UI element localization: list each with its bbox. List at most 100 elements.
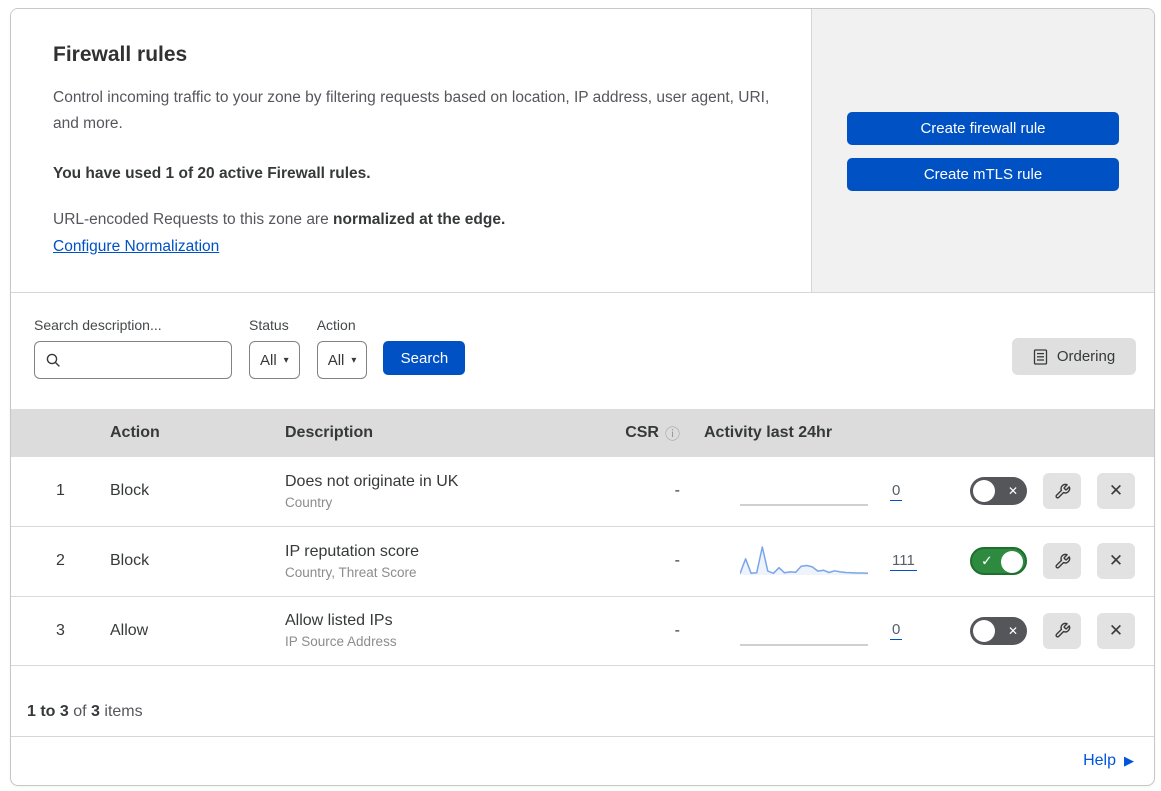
chevron-down-icon: ▾ — [283, 354, 289, 366]
arrow-right-icon: ▶ — [1124, 753, 1134, 769]
delete-rule-button[interactable]: ✕ — [1097, 473, 1135, 510]
rule-description-cell: Allow listed IPs IP Source Address — [285, 612, 584, 649]
rule-controls: ✓ ✕ ✕ — [944, 543, 1154, 580]
action-dropdown[interactable]: All ▾ — [316, 341, 368, 380]
table-row: 3 Allow Allow listed IPs IP Source Addre… — [11, 596, 1154, 667]
close-icon: ✕ — [1108, 481, 1124, 501]
action-filter-group: Action All ▾ — [316, 317, 368, 380]
rule-controls: ✓ ✕ ✕ — [944, 473, 1154, 510]
normalization-bold: normalized at the edge. — [333, 211, 506, 228]
toggle-knob — [973, 480, 995, 503]
search-input[interactable] — [69, 342, 268, 379]
rule-activity-cell: 0 — [704, 613, 944, 649]
wrench-icon — [1054, 483, 1071, 500]
help-link-label: Help — [1083, 752, 1116, 770]
search-icon — [45, 352, 61, 368]
wrench-icon — [1054, 553, 1071, 570]
check-icon: ✓ — [981, 552, 993, 569]
delete-rule-button[interactable]: ✕ — [1097, 612, 1135, 649]
activity-count-link[interactable]: 111 — [890, 552, 917, 571]
edit-rule-button[interactable] — [1043, 612, 1081, 649]
usage-summary: You have used 1 of 20 active Firewall ru… — [53, 165, 371, 182]
normalization-line: URL-encoded Requests to this zone are no… — [53, 211, 771, 229]
search-label: Search description... — [34, 317, 162, 334]
table-row: 1 Block Does not originate in UK Country… — [11, 456, 1154, 527]
rule-csr: - — [674, 621, 680, 639]
delete-rule-button[interactable]: ✕ — [1097, 543, 1135, 580]
top-section: Firewall rules Control incoming traffic … — [11, 9, 1154, 294]
x-icon: ✕ — [1007, 623, 1018, 638]
rule-action: Allow — [110, 621, 149, 639]
rule-action: Block — [110, 552, 150, 570]
csr-column-label: CSR — [625, 424, 659, 442]
rule-enabled-toggle[interactable]: ✓ ✕ — [970, 547, 1027, 576]
help-bar: Help ▶ — [11, 737, 1154, 785]
normalization-prefix: URL-encoded Requests to this zone are — [53, 211, 334, 228]
rule-action: Block — [110, 482, 150, 500]
activity-count-link[interactable]: 0 — [890, 621, 903, 641]
pagination-items: items — [99, 703, 143, 721]
rule-criteria: IP Source Address — [285, 634, 397, 650]
rule-csr: - — [674, 552, 680, 570]
page-title: Firewall rules — [53, 43, 188, 66]
side-panel: Create firewall rule Create mTLS rule — [811, 9, 1154, 293]
toggle-knob — [1001, 551, 1023, 574]
ordering-list-icon — [1033, 348, 1048, 365]
action-column-header: Action — [110, 424, 160, 442]
close-icon: ✕ — [1108, 620, 1124, 640]
toggle-knob — [973, 619, 995, 642]
rule-description: Allow listed IPs — [285, 612, 393, 630]
pagination-range: 1 to 3 — [27, 703, 69, 721]
pagination-of: of — [68, 703, 92, 721]
pagination-summary: 1 to 3 of 3 items — [11, 666, 1154, 738]
rule-description: IP reputation score — [285, 542, 420, 560]
rule-csr: - — [674, 482, 680, 500]
table-row: 2 Block IP reputation score Country, Thr… — [11, 526, 1154, 597]
activity-sparkline — [740, 473, 868, 509]
rule-priority: 2 — [56, 552, 65, 570]
help-link[interactable]: Help ▶ — [1083, 752, 1134, 770]
status-dropdown-value: All — [260, 351, 277, 369]
firewall-rules-card: Firewall rules Control incoming traffic … — [10, 8, 1155, 786]
rule-description-cell: IP reputation score Country, Threat Scor… — [285, 543, 584, 580]
rule-priority: 3 — [56, 621, 65, 639]
activity-count-link[interactable]: 0 — [890, 482, 903, 501]
rule-enabled-toggle[interactable]: ✓ ✕ — [970, 477, 1027, 506]
rule-description: Does not originate in UK — [285, 472, 459, 490]
search-box — [34, 341, 268, 380]
intro-panel: Firewall rules Control incoming traffic … — [11, 9, 811, 293]
ordering-button[interactable]: Ordering — [1012, 338, 1136, 376]
rule-description-cell: Does not originate in UK Country — [285, 473, 584, 510]
x-icon: ✕ — [1007, 484, 1018, 499]
rule-controls: ✓ ✕ ✕ — [944, 612, 1154, 649]
ordering-button-label: Ordering — [1056, 348, 1116, 366]
edit-rule-button[interactable] — [1043, 543, 1081, 580]
chevron-down-icon: ▾ — [351, 354, 357, 366]
close-icon: ✕ — [1108, 551, 1124, 571]
table-header: Action Description CSR ⓘ Activity last 24… — [11, 409, 1154, 457]
create-firewall-rule-button[interactable]: Create firewall rule — [847, 112, 1119, 145]
edit-rule-button[interactable] — [1043, 473, 1081, 510]
info-icon[interactable]: ⓘ — [665, 423, 680, 444]
status-filter-group: Status All ▾ — [249, 317, 300, 380]
filter-bar: Search description... Status All ▾ Actio… — [11, 293, 1154, 409]
rule-activity-cell: 111 — [704, 543, 944, 579]
rule-criteria: Country, Threat Score — [285, 564, 417, 580]
rule-enabled-toggle[interactable]: ✓ ✕ — [970, 616, 1027, 645]
activity-sparkline — [740, 613, 868, 649]
configure-normalization-link[interactable]: Configure Normalization — [53, 238, 219, 256]
action-label: Action — [316, 317, 356, 334]
rule-priority: 1 — [56, 482, 65, 500]
status-label: Status — [249, 317, 289, 334]
activity-column-header: Activity last 24hr — [704, 424, 833, 442]
wrench-icon — [1054, 622, 1071, 639]
activity-sparkline — [739, 543, 869, 579]
pagination-total: 3 — [91, 703, 100, 721]
create-mtls-rule-button[interactable]: Create mTLS rule — [847, 158, 1119, 191]
action-dropdown-value: All — [327, 351, 345, 369]
status-dropdown[interactable]: All ▾ — [249, 341, 300, 380]
rule-activity-cell: 0 — [704, 473, 944, 509]
search-group: Search description... — [34, 317, 268, 380]
search-button[interactable]: Search — [383, 341, 466, 376]
description-column-header: Description — [285, 424, 374, 442]
